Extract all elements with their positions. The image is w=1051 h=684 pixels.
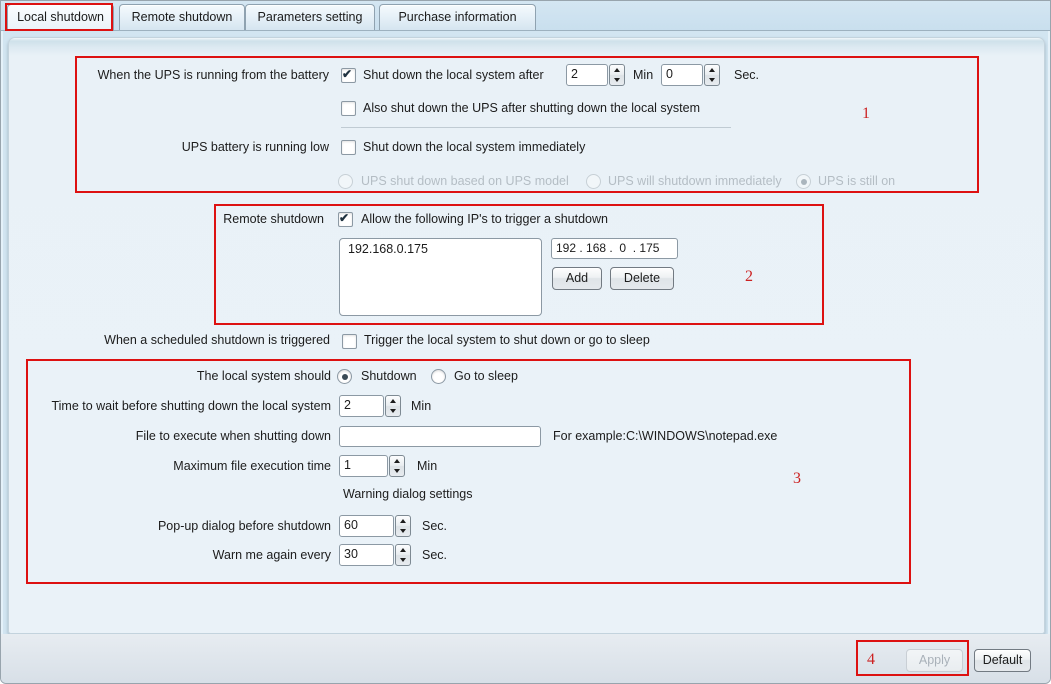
annotation-number-2: 2 — [745, 269, 753, 285]
annotation-box-3 — [26, 359, 911, 584]
tab-remote-shutdown-label: Remote shutdown — [132, 10, 233, 24]
default-button[interactable]: Default — [974, 649, 1031, 672]
tab-remote-shutdown[interactable]: Remote shutdown — [119, 4, 245, 30]
tab-parameters-setting-label: Parameters setting — [258, 10, 363, 24]
tab-parameters-setting[interactable]: Parameters setting — [245, 4, 375, 30]
tab-purchase-information[interactable]: Purchase information — [379, 4, 536, 30]
annotation-box-1 — [75, 56, 979, 193]
annotation-number-1: 1 — [862, 106, 870, 122]
scheduled-shutdown-label: When a scheduled shutdown is triggered — [41, 331, 330, 349]
default-button-label: Default — [983, 653, 1023, 667]
ups-settings-window: Local shutdown Remote shutdown Parameter… — [0, 0, 1051, 684]
annotation-number-4: 4 — [867, 652, 875, 668]
trigger-local-label: Trigger the local system to shut down or… — [364, 331, 650, 349]
annotation-box-2 — [214, 204, 824, 325]
tab-purchase-information-label: Purchase information — [398, 10, 516, 24]
annotation-number-3: 3 — [793, 471, 801, 487]
annotation-box-tab — [5, 3, 113, 31]
trigger-local-checkbox[interactable] — [342, 334, 357, 349]
